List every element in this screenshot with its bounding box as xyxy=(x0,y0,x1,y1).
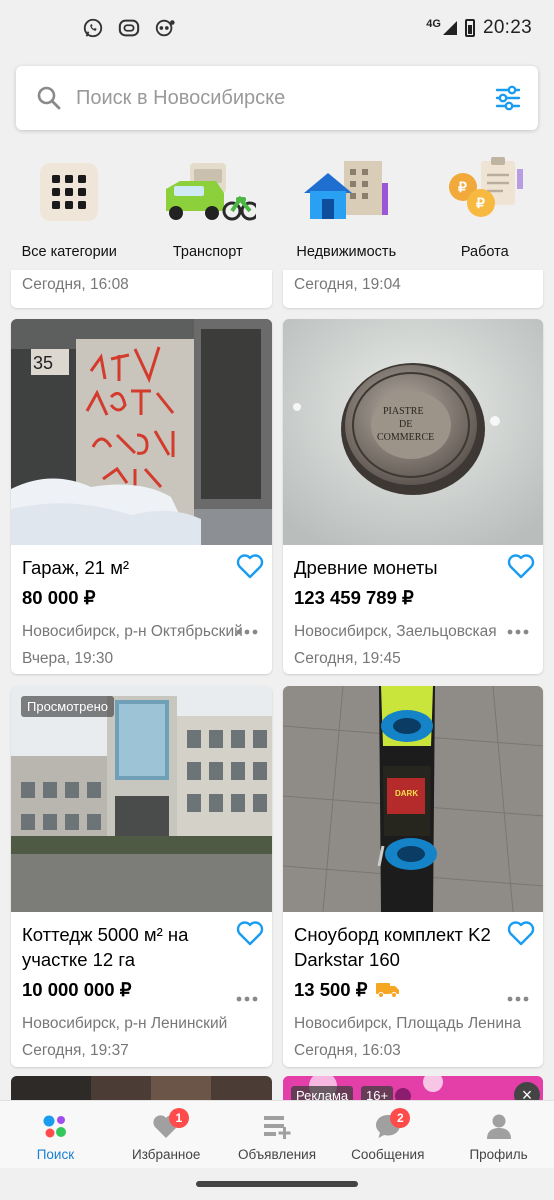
viewed-badge: Просмотрено xyxy=(21,696,115,717)
network-type: 4G xyxy=(426,18,441,30)
svg-text:₽: ₽ xyxy=(476,195,485,211)
tab-search[interactable]: Поиск xyxy=(0,1101,111,1168)
listing-location: Новосибирск, р-н Октябрьский xyxy=(22,623,243,640)
listing-date: Сегодня, 16:08 xyxy=(22,276,129,293)
real-estate-icon xyxy=(304,161,389,219)
search-input[interactable] xyxy=(76,86,494,110)
tab-label: Профиль xyxy=(469,1147,528,1162)
svg-text:DARK: DARK xyxy=(395,789,418,798)
listing-location: Новосибирск, Заельцовская xyxy=(294,623,497,640)
listing-location: Новосибирск, Площадь Ленина xyxy=(294,1015,522,1032)
bottom-tab-bar: Поиск 1 Избранное Объявления 2 Сообщения… xyxy=(0,1100,554,1168)
listing-title: Коттедж 5000 м² на участке 12 га xyxy=(22,924,189,970)
tab-listings[interactable]: Объявления xyxy=(222,1101,333,1168)
grid-icon xyxy=(40,163,99,221)
listing-card-partial[interactable]: Сегодня, 19:04 xyxy=(283,270,543,308)
listing-price: 80 000 ₽ xyxy=(22,587,96,608)
listing-title: Древние монеты xyxy=(294,557,438,578)
category-bar: Все категории Транспорт Недвижимость ₽ ₽… xyxy=(0,148,554,270)
listing-photo[interactable]: PIASTRE DE COMMERCE xyxy=(283,319,543,545)
favorites-badge: 1 xyxy=(168,1108,189,1128)
tab-label: Сообщения xyxy=(351,1147,425,1162)
listing-date: Сегодня, 19:37 xyxy=(22,1042,129,1059)
listing-date: Сегодня, 19:45 xyxy=(294,650,401,667)
listing-card[interactable]: PIASTRE DE COMMERCE Древние монеты 123 4… xyxy=(283,319,543,674)
listing-photo[interactable]: Просмотрено xyxy=(11,686,272,912)
signal-icon xyxy=(442,21,457,35)
messenger-icon xyxy=(118,19,140,37)
more-options-icon[interactable] xyxy=(236,996,258,1002)
svg-text:PIASTRE: PIASTRE xyxy=(383,406,424,417)
tab-messages[interactable]: 2 Сообщения xyxy=(332,1101,443,1168)
whatsapp-icon xyxy=(83,18,103,38)
listing-card-partial[interactable]: Сегодня, 16:08 xyxy=(11,270,272,308)
listing-card[interactable]: 35 Гараж, 21 м² 80 000 ₽ Новосибирск, р-… xyxy=(11,319,272,674)
listing-card[interactable]: DARK Сноуборд комплект K2 Darkstar 160 1… xyxy=(283,686,543,1067)
category-label: Недвижимость xyxy=(296,244,397,260)
category-label: Работа xyxy=(460,244,509,260)
voicemail-icon xyxy=(155,19,175,37)
listing-date: Сегодня, 16:03 xyxy=(294,1042,401,1059)
listing-price: 13 500 ₽ xyxy=(294,979,368,1000)
category-label: Транспорт xyxy=(172,244,243,260)
category-jobs[interactable]: ₽ ₽ Работа xyxy=(416,148,554,270)
category-label: Все категории xyxy=(21,244,117,260)
profile-icon xyxy=(486,1114,511,1139)
listing-date: Вчера, 19:30 xyxy=(22,650,114,667)
svg-text:35: 35 xyxy=(33,353,53,373)
listing-price: 123 459 789 ₽ xyxy=(294,587,414,608)
battery-icon xyxy=(464,19,475,37)
listings-add-icon xyxy=(263,1116,291,1139)
listing-photo[interactable]: 35 xyxy=(11,319,272,545)
listing-price: 10 000 000 ₽ xyxy=(22,979,132,1000)
more-options-icon[interactable] xyxy=(236,629,258,635)
svg-text:DE: DE xyxy=(399,419,412,430)
listing-location: Новосибирск, р-н Ленинский xyxy=(22,1015,228,1032)
tab-label: Избранное xyxy=(131,1147,201,1162)
status-bar: 4G 20:23 xyxy=(0,0,554,56)
tab-label: Объявления xyxy=(237,1147,317,1162)
transport-icon xyxy=(165,163,256,221)
search-tab-icon xyxy=(43,1115,67,1138)
svg-text:COMMERCE: COMMERCE xyxy=(377,432,434,443)
gesture-bar[interactable] xyxy=(196,1181,358,1187)
favorite-heart-icon[interactable] xyxy=(507,920,535,946)
svg-text:₽: ₽ xyxy=(458,179,467,195)
messages-badge: 2 xyxy=(390,1108,411,1128)
clock: 20:23 xyxy=(482,17,532,38)
favorite-heart-icon[interactable] xyxy=(507,553,535,579)
category-real-estate[interactable]: Недвижимость xyxy=(277,148,416,270)
tab-favorites[interactable]: 1 Избранное xyxy=(111,1101,222,1168)
search-icon xyxy=(37,86,61,110)
job-icon: ₽ ₽ xyxy=(448,157,523,217)
tab-profile[interactable]: Профиль xyxy=(443,1101,554,1168)
listing-title: Гараж, 21 м² xyxy=(22,557,130,578)
tab-label: Поиск xyxy=(36,1147,75,1162)
truck-icon xyxy=(375,983,399,998)
category-transport[interactable]: Транспорт xyxy=(139,148,278,270)
listing-photo[interactable]: DARK xyxy=(283,686,543,912)
more-options-icon[interactable] xyxy=(507,629,529,635)
search-bar[interactable] xyxy=(16,66,538,130)
favorite-heart-icon[interactable] xyxy=(236,553,264,579)
listing-date: Сегодня, 19:04 xyxy=(294,276,401,293)
filter-icon[interactable] xyxy=(494,84,522,112)
favorite-heart-icon[interactable] xyxy=(236,920,264,946)
listing-title: Сноуборд комплект K2 Darkstar 160 xyxy=(294,924,491,970)
listing-card[interactable]: Просмотрено Коттедж 5000 м² на участке 1… xyxy=(11,686,272,1067)
category-all[interactable]: Все категории xyxy=(0,148,139,270)
more-options-icon[interactable] xyxy=(507,996,529,1002)
